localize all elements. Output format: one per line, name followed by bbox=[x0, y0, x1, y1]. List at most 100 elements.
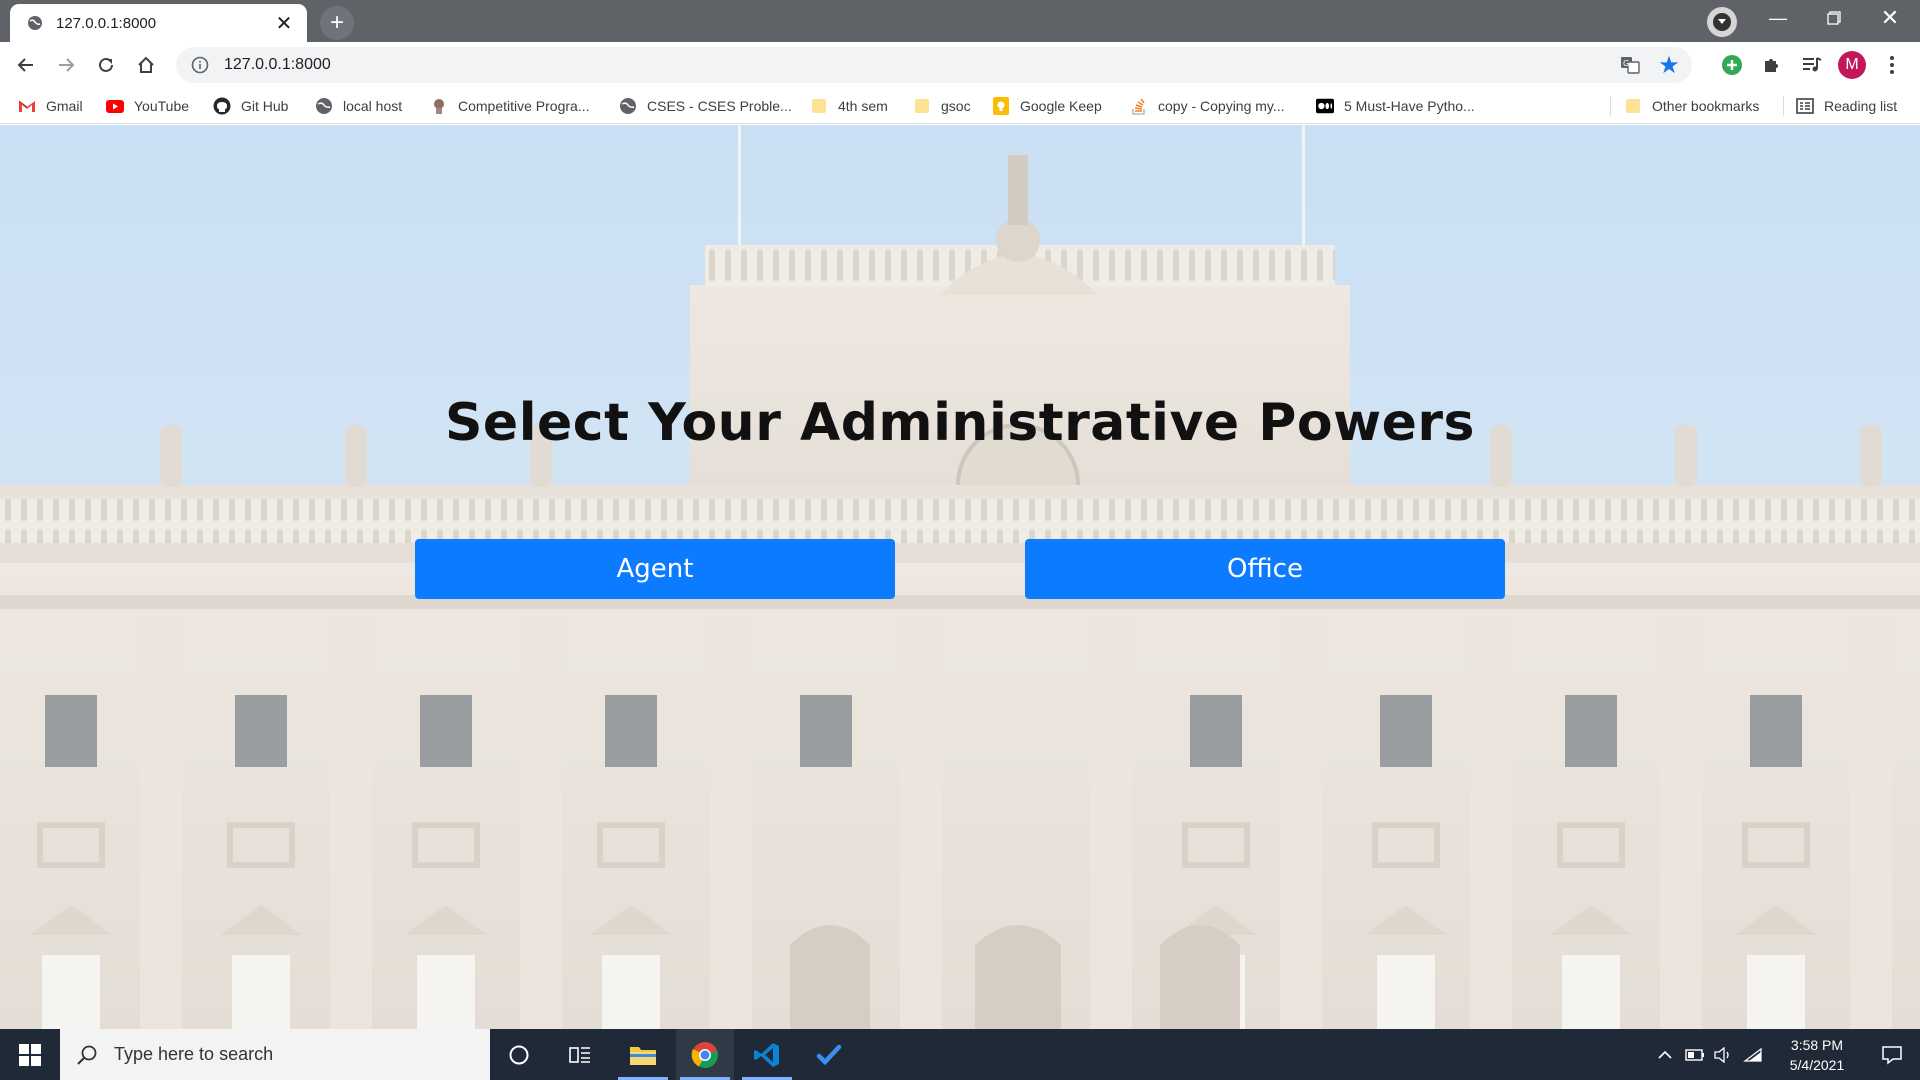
folder-icon bbox=[810, 97, 828, 115]
keep-icon bbox=[992, 97, 1010, 115]
bookmark-medium[interactable]: 5 Must-Have Pytho... bbox=[1316, 94, 1475, 118]
windows-taskbar: Type here to search 3:58 PM 5/4/2021 bbox=[0, 1029, 1920, 1080]
browser-toolbar: 127.0.0.1:8000 G ★ M bbox=[0, 42, 1920, 88]
extensions-puzzle-icon[interactable] bbox=[1756, 49, 1788, 81]
close-window-button[interactable]: ✕ bbox=[1864, 0, 1916, 36]
profile-initial: M bbox=[1838, 51, 1866, 79]
media-control-icon[interactable] bbox=[1796, 49, 1828, 81]
bookmark-label: 4th sem bbox=[838, 98, 888, 114]
new-tab-button[interactable]: + bbox=[320, 6, 354, 40]
cortana-circle-icon bbox=[509, 1045, 529, 1064]
task-view-button[interactable] bbox=[551, 1029, 609, 1080]
url-text[interactable]: 127.0.0.1:8000 bbox=[224, 56, 1618, 74]
wifi-icon[interactable] bbox=[1740, 1029, 1766, 1080]
todo-taskbar-button[interactable] bbox=[800, 1029, 858, 1080]
bookmark-label: Competitive Progra... bbox=[458, 98, 590, 114]
menu-kebab-icon[interactable] bbox=[1876, 49, 1908, 81]
bookmark-local-host[interactable]: local host bbox=[315, 94, 402, 118]
reload-button[interactable] bbox=[90, 49, 122, 81]
bookmark-gmail[interactable]: Gmail bbox=[18, 94, 83, 118]
battery-icon[interactable] bbox=[1682, 1029, 1708, 1080]
bookmark-youtube[interactable]: YouTube bbox=[106, 94, 189, 118]
bookmark-competitive-programming[interactable]: Competitive Progra... bbox=[430, 94, 590, 118]
taskbar-search-placeholder: Type here to search bbox=[114, 1044, 274, 1064]
bookmark-star-icon[interactable]: ★ bbox=[1656, 52, 1682, 79]
bookmarks-bar: Gmail YouTube Git Hub local host Competi… bbox=[0, 88, 1920, 124]
translate-icon[interactable]: G bbox=[1618, 53, 1642, 77]
bookmark-label: YouTube bbox=[134, 98, 190, 114]
bookmark-stackoverflow[interactable]: copy - Copying my... bbox=[1130, 94, 1285, 118]
chevron-down-icon bbox=[1713, 13, 1731, 31]
folder-icon bbox=[913, 97, 931, 115]
folder-icon bbox=[630, 1046, 656, 1065]
bookmark-label: copy - Copying my... bbox=[1158, 98, 1285, 114]
windows-logo-icon bbox=[19, 1043, 41, 1066]
page-title: Select Your Administrative Powers bbox=[444, 393, 1476, 453]
tab-strip: 127.0.0.1:8000 ✕ + — ✕ bbox=[0, 0, 1920, 42]
clock-time: 3:58 PM bbox=[1790, 1037, 1844, 1053]
site-icon bbox=[430, 97, 448, 115]
folder-icon bbox=[1624, 97, 1642, 115]
chrome-icon bbox=[691, 1041, 718, 1068]
file-explorer-taskbar-button[interactable] bbox=[614, 1029, 672, 1080]
forward-button[interactable] bbox=[50, 49, 82, 81]
bookmarks-divider bbox=[1610, 96, 1611, 116]
back-button[interactable] bbox=[10, 49, 42, 81]
bookmark-label: 5 Must-Have Pytho... bbox=[1344, 98, 1475, 114]
tab-search-button[interactable] bbox=[1707, 7, 1737, 37]
taskbar-clock[interactable]: 3:58 PM 5/4/2021 bbox=[1772, 1035, 1862, 1075]
cortana-button[interactable] bbox=[490, 1029, 548, 1080]
close-tab-icon[interactable]: ✕ bbox=[273, 12, 295, 35]
checkmark-icon bbox=[816, 1044, 842, 1065]
start-button[interactable] bbox=[0, 1029, 60, 1080]
minimize-window-button[interactable]: — bbox=[1752, 0, 1804, 36]
bookmark-cses[interactable]: CSES - CSES Proble... bbox=[619, 94, 792, 118]
reading-list[interactable]: Reading list bbox=[1796, 94, 1897, 118]
browser-tab[interactable]: 127.0.0.1:8000 ✕ bbox=[10, 4, 307, 42]
chrome-taskbar-button[interactable] bbox=[676, 1029, 734, 1080]
bookmark-folder-4th-sem[interactable]: 4th sem bbox=[810, 94, 888, 118]
medium-icon bbox=[1316, 97, 1334, 115]
clock-date: 5/4/2021 bbox=[1789, 1057, 1845, 1073]
reading-list-icon bbox=[1796, 97, 1814, 115]
show-hidden-icons-button[interactable] bbox=[1652, 1029, 1678, 1080]
gmail-icon bbox=[18, 97, 36, 115]
stackoverflow-icon bbox=[1130, 97, 1148, 115]
bookmark-github[interactable]: Git Hub bbox=[213, 94, 288, 118]
bookmarks-divider bbox=[1783, 96, 1784, 116]
chevron-up-icon bbox=[1658, 1050, 1672, 1059]
task-view-icon bbox=[569, 1046, 590, 1063]
profile-avatar[interactable]: M bbox=[1836, 49, 1868, 81]
other-bookmarks[interactable]: Other bookmarks bbox=[1624, 94, 1759, 118]
tab-title: 127.0.0.1:8000 bbox=[56, 14, 157, 32]
search-icon bbox=[77, 1045, 97, 1065]
bookmark-google-keep[interactable]: Google Keep bbox=[992, 94, 1102, 118]
home-button[interactable] bbox=[130, 49, 162, 81]
action-center-button[interactable] bbox=[1864, 1029, 1920, 1080]
bookmark-label: gsoc bbox=[941, 98, 971, 114]
svg-text:G: G bbox=[1623, 59, 1629, 68]
bookmark-label: local host bbox=[343, 98, 403, 114]
bookmark-label: CSES - CSES Proble... bbox=[647, 98, 792, 114]
vscode-icon bbox=[754, 1042, 779, 1067]
notification-icon bbox=[1882, 1045, 1902, 1065]
github-icon bbox=[213, 97, 231, 115]
bookmark-label: Gmail bbox=[46, 98, 83, 114]
volume-icon[interactable] bbox=[1710, 1029, 1736, 1080]
office-button[interactable]: Office bbox=[1025, 539, 1505, 599]
bookmark-label: Git Hub bbox=[241, 98, 289, 114]
reading-list-label: Reading list bbox=[1824, 98, 1898, 114]
bookmark-folder-gsoc[interactable]: gsoc bbox=[913, 94, 971, 118]
extension-green-icon[interactable] bbox=[1716, 49, 1748, 81]
vscode-taskbar-button[interactable] bbox=[738, 1029, 796, 1080]
globe-icon bbox=[315, 97, 333, 115]
taskbar-search-box[interactable]: Type here to search bbox=[60, 1029, 490, 1080]
page-content: Select Your Administrative Powers Agent … bbox=[0, 125, 1920, 1029]
agent-button[interactable]: Agent bbox=[415, 539, 895, 599]
restore-window-button[interactable] bbox=[1808, 0, 1860, 36]
other-bookmarks-label: Other bookmarks bbox=[1652, 98, 1760, 114]
globe-icon bbox=[26, 14, 44, 32]
info-icon[interactable] bbox=[190, 55, 210, 75]
address-bar[interactable]: 127.0.0.1:8000 G ★ bbox=[176, 47, 1692, 83]
bookmark-label: Google Keep bbox=[1020, 98, 1102, 114]
